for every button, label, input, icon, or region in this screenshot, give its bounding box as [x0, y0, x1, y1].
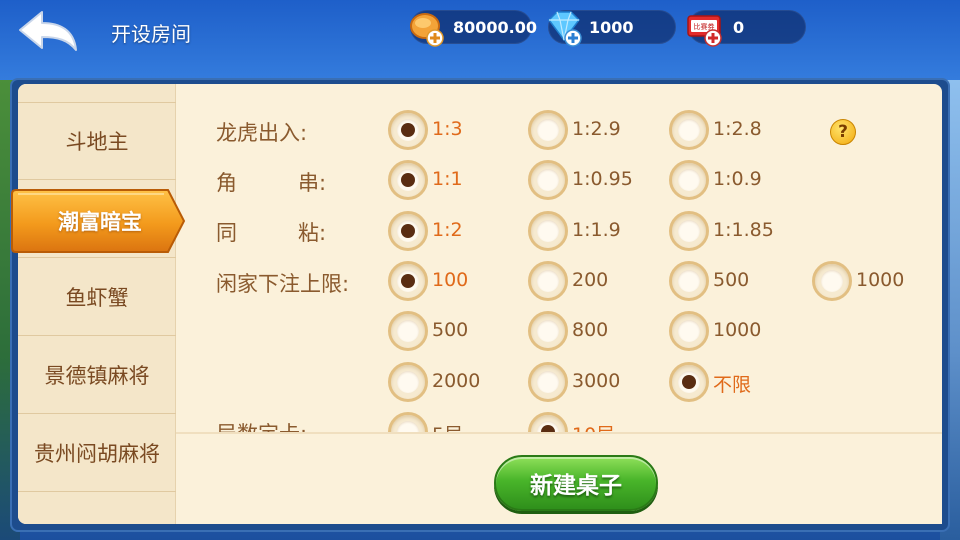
sidebar-item-yuxiaxie[interactable]: 鱼虾蟹 — [18, 258, 176, 336]
sidebar-item-label: 贵州闷胡麻将 — [34, 441, 160, 466]
radio-unselected — [388, 362, 428, 402]
radio-unselected — [812, 261, 852, 301]
option-label: 500 — [432, 319, 469, 341]
sidebar-item-chaofu-anbao[interactable]: 潮富暗宝 — [10, 186, 186, 256]
radio-unselected — [528, 362, 568, 402]
corner-label-b: 串: — [298, 171, 327, 195]
diamond-amount: 1000 — [589, 18, 634, 37]
sidebar-item-label: 潮富暗宝 — [58, 210, 142, 234]
radio-unselected — [388, 311, 428, 351]
radio-unselected — [528, 211, 568, 251]
option-label: 不限 — [713, 374, 752, 396]
option-label: 1:1.9 — [572, 219, 621, 241]
radio-unselected — [528, 160, 568, 200]
radio-unselected — [669, 211, 709, 251]
option-label: 1:3 — [432, 118, 463, 140]
radio-unselected — [669, 160, 709, 200]
dragon-tiger-label: 龙虎出入: — [216, 121, 308, 145]
radio-unselected — [669, 261, 709, 301]
option-label: 1:1.85 — [713, 219, 774, 241]
radio-unselected — [528, 261, 568, 301]
radio-unselected — [388, 412, 428, 432]
corner-label-a: 角 — [216, 171, 237, 195]
option-label: 10局 — [572, 420, 615, 432]
sidebar-item-guizhou[interactable]: 贵州闷胡麻将 — [18, 414, 176, 492]
match-ticket-icon: 比赛券 — [687, 15, 722, 47]
radio-selected — [388, 261, 428, 301]
option-label: 100 — [432, 269, 469, 291]
settings-content: 龙虎出入: 1:3 1:2.9 1:2.8 ? 角 串: 1:1 1:0.95 … — [176, 84, 942, 432]
tong-label-a: 同 — [216, 221, 237, 245]
tong-label-b: 粘: — [298, 221, 327, 245]
option-label: 1:1 — [432, 168, 463, 190]
option-label: 1000 — [856, 269, 905, 291]
radio-selected — [388, 160, 428, 200]
option-label: 1:0.95 — [572, 168, 633, 190]
radio-unselected — [669, 110, 709, 150]
question-icon[interactable]: ? — [830, 119, 856, 145]
option-label: 2000 — [432, 370, 481, 392]
back-arrow-icon — [19, 11, 77, 51]
option-label: 500 — [713, 269, 750, 291]
ticket-balance: 比赛券 0 — [687, 10, 806, 47]
rounds-label: 局数定卡: — [216, 418, 307, 432]
sidebar-item-doudizhu[interactable]: 斗地主 — [18, 102, 176, 180]
option-label: 3000 — [572, 370, 621, 392]
radio-selected — [388, 211, 428, 251]
sidebar-item-jingdezhen[interactable]: 景德镇麻将 — [18, 336, 176, 414]
top-bar: 开设房间 80000.00 1000 比赛券 0 — [0, 0, 960, 70]
diamond-icon — [548, 11, 582, 47]
option-label: 1000 — [713, 319, 762, 341]
option-label: 5局 — [432, 420, 463, 432]
sidebar-item-label: 鱼虾蟹 — [65, 285, 129, 310]
sidebar-item-label: 景德镇麻将 — [44, 363, 150, 388]
option-label: 1:0.9 — [713, 168, 762, 190]
option-label: 1:2 — [432, 219, 463, 241]
ticket-amount: 0 — [733, 18, 745, 37]
option-label: 800 — [572, 319, 609, 341]
bet-limit-label: 闲家下注上限: — [216, 272, 350, 296]
option-label: 1:2.9 — [572, 118, 621, 140]
radio-unselected — [669, 311, 709, 351]
radio-selected — [388, 110, 428, 150]
gold-coin-icon — [410, 13, 444, 47]
radio-unselected — [528, 311, 568, 351]
game-sidebar: 斗地主 鱼虾蟹 景德镇麻将 贵州闷胡麻将 — [18, 84, 176, 524]
create-table-button[interactable]: 新建桌子 — [494, 455, 658, 511]
page-title: 开设房间 — [111, 22, 191, 46]
sidebar-item-label: 斗地主 — [65, 130, 129, 154]
diamond-balance: 1000 — [548, 10, 676, 47]
option-label: 1:2.8 — [713, 118, 762, 140]
gold-balance: 80000.00 — [410, 10, 537, 47]
gold-amount: 80000.00 — [453, 18, 538, 37]
create-table-label: 新建桌子 — [530, 473, 622, 499]
radio-unselected — [528, 110, 568, 150]
radio-selected — [528, 412, 568, 432]
back-button[interactable] — [16, 10, 80, 54]
radio-selected — [669, 362, 709, 402]
option-label: 200 — [572, 269, 609, 291]
